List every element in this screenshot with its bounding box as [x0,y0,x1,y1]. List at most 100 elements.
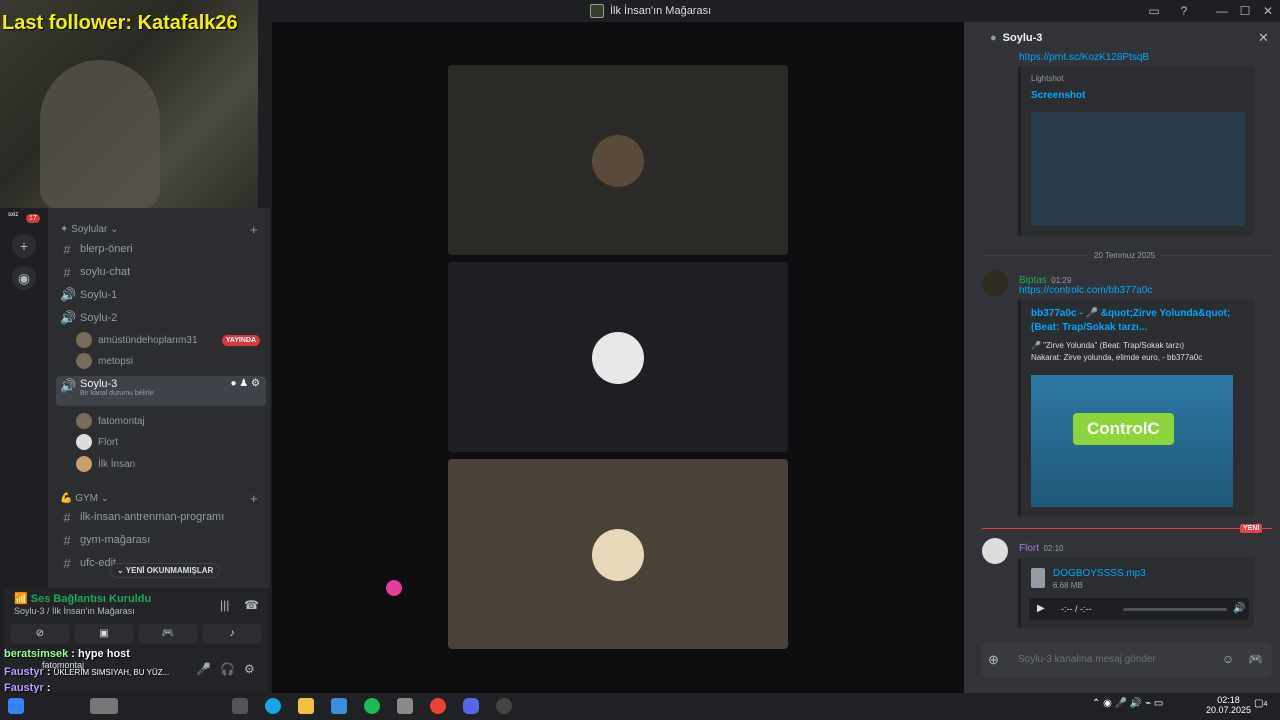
category-gym[interactable]: 💪 GYM ⌄ [60,493,109,504]
chrome-icon[interactable] [430,698,446,714]
avatar [76,353,92,369]
file-name[interactable]: DOGBOYSSSS.mp3 [1053,568,1146,579]
speaker-icon: 🔊 [60,310,77,325]
channel-soylu-chat[interactable]: # soylu-chat [56,261,266,283]
message-link[interactable]: https://prnt.sc/KozK128PtsqB [1019,52,1149,63]
settings-gear-icon[interactable]: ⚙ [244,662,255,676]
avatar [76,434,92,450]
new-unread-button[interactable]: ⌄ YENİ OKUNMAMIŞLAR [110,563,221,578]
add-server-icon[interactable]: + [12,234,36,258]
search-thumbnail[interactable] [90,698,118,714]
audio-attachment: DOGBOYSSSS.mp3 6.68 MB ▶ -:-- / -:-- 🔊 [1018,558,1254,628]
server-icon [590,4,604,18]
gamepad-icon[interactable]: 🎮 [1248,652,1263,666]
add-channel-icon[interactable]: + [250,222,258,237]
speaker-icon: 🔊 [60,378,77,393]
hash-icon: # [63,241,71,257]
controlc-image[interactable]: ControlC [1031,375,1233,507]
hash-icon: # [63,555,71,571]
channel-blerp-oneri[interactable]: # blerp-öneri [56,238,266,260]
voice-user[interactable]: metopsi [76,351,133,371]
message-link[interactable]: https://controlc.com/bb377a0c [1019,285,1152,296]
channel-icon: ● [990,32,997,44]
hash-icon: # [63,509,71,525]
embed-desc: Nakarat: Zirve yolunda, elimde euro, - b… [1031,353,1203,362]
spotify-icon[interactable] [364,698,380,714]
hash-icon: # [63,264,71,280]
channel-antrenman[interactable]: # ilk-insan-antrenman-programı [56,506,266,528]
minimize-button[interactable]: — [1214,3,1230,19]
maximize-button[interactable]: ☐ [1237,3,1253,19]
help-icon[interactable]: ? [1176,3,1192,19]
voice-user[interactable]: fatomontaj [76,411,145,431]
seek-bar[interactable] [1123,608,1227,611]
screen-share-button[interactable]: ▣ [74,624,134,644]
channel-status[interactable]: Bir kanal durumu belirle [80,390,154,397]
controlc-logo: ControlC [1073,413,1174,445]
calculator-icon[interactable] [397,698,413,714]
soundboard-button[interactable]: ♪ [202,624,262,644]
participant-tile[interactable] [448,65,788,255]
channel-actions-icon[interactable]: ● ♟ ⚙ [230,378,260,389]
channel-soylu-3[interactable]: 🔊 Soylu-3 Bir kanal durumu belirle ● ♟ ⚙ [56,376,266,406]
close-window-button[interactable]: ✕ [1260,3,1276,19]
chat-header: ● Soylu-3 [990,32,1043,44]
close-chat-icon[interactable]: ✕ [1258,30,1269,46]
task-view-icon[interactable] [232,698,248,714]
edge-icon[interactable] [265,698,281,714]
embed-title[interactable]: bb377a0c - 🎤 &quot;Zirve Yolunda&quot; (… [1031,307,1237,335]
map-screenshot-image[interactable] [1031,112,1245,226]
clock[interactable]: 02:18 20.07.2025 [1206,695,1251,715]
notification-icon[interactable]: ▢4 [1254,698,1267,709]
explorer-icon[interactable] [298,698,314,714]
obs-icon[interactable] [496,698,512,714]
participant-tile[interactable] [448,262,788,452]
avatar [592,529,644,581]
emoji-icon[interactable]: ☺ [1222,652,1234,666]
lightshot-embed: Lightshot Screenshot [1018,66,1254,236]
avatar[interactable] [982,538,1008,564]
embed-title[interactable]: Screenshot [1031,90,1085,101]
avatar [76,332,92,348]
add-channel-icon[interactable]: + [250,491,258,506]
category-soylular[interactable]: ✦ Soylular ⌄ [60,224,118,235]
chat-panel: ● Soylu-3 ✕ https://prnt.sc/KozK128PtsqB… [964,22,1280,693]
participant-tile[interactable] [448,459,788,649]
live-badge: YAYINDA [221,334,260,346]
player-time: -:-- / -:-- [1061,604,1092,614]
voice-user[interactable]: İlk İnsan [76,454,135,474]
windows-taskbar: ⌃ ◉ 🎤 🔊 ⌁ ▭ 02:18 20.07.2025 ▢4 [0,693,1280,720]
channel-soylu-1[interactable]: 🔊 Soylu-1 [56,284,266,306]
disconnect-icon[interactable]: ☎ [244,598,259,612]
mic-icon[interactable]: 🎤 [196,662,211,676]
discord-icon[interactable] [463,698,479,714]
embed-desc: 🎤 "Zirve Yolunda" (Beat: Trap/Sokak tarz… [1031,341,1185,350]
channel-soylu-2[interactable]: 🔊 Soylu-2 [56,307,266,329]
voice-user[interactable]: Flort [76,432,118,452]
input-placeholder: Soylu-3 kanalına mesaj gönder [1018,654,1156,665]
avatar[interactable] [982,270,1008,296]
discover-icon[interactable]: ◉ [12,266,36,290]
camera-button[interactable]: ⊘ [10,624,70,644]
volume-icon[interactable]: 🔊 [1233,603,1245,614]
start-icon[interactable] [8,698,24,714]
new-messages-line [982,528,1272,529]
date-label: 20 Temmuz 2025 [1088,251,1162,260]
app-icon[interactable] [331,698,347,714]
add-attachment-icon[interactable]: ⊕ [988,652,999,668]
audio-player: ▶ -:-- / -:-- 🔊 [1029,598,1249,620]
controlc-embed: bb377a0c - 🎤 &quot;Zirve Yolunda&quot; (… [1018,299,1254,517]
embed-provider: Lightshot [1031,74,1064,83]
inbox-icon[interactable]: ▭ [1146,3,1162,19]
audio-file-icon [1031,568,1045,588]
tray-icons[interactable]: ⌃ ◉ 🎤 🔊 ⌁ ▭ [1092,698,1163,709]
message-input[interactable]: ⊕ Soylu-3 kanalına mesaj gönder ☺ 🎮 [982,642,1272,678]
voice-user[interactable]: amüstündehoplarım31 YAYINDA [76,330,260,350]
avatar [76,413,92,429]
headphones-icon[interactable]: 🎧 [220,662,235,676]
voice-status[interactable]: 📶 Ses Bağlantısı Kuruldu [14,592,151,605]
channel-gym-magarasi[interactable]: # gym-mağarası [56,529,266,551]
play-icon[interactable]: ▶ [1037,603,1045,614]
activity-button[interactable]: 🎮 [138,624,198,644]
noise-suppression-icon[interactable]: ||| [220,598,229,612]
